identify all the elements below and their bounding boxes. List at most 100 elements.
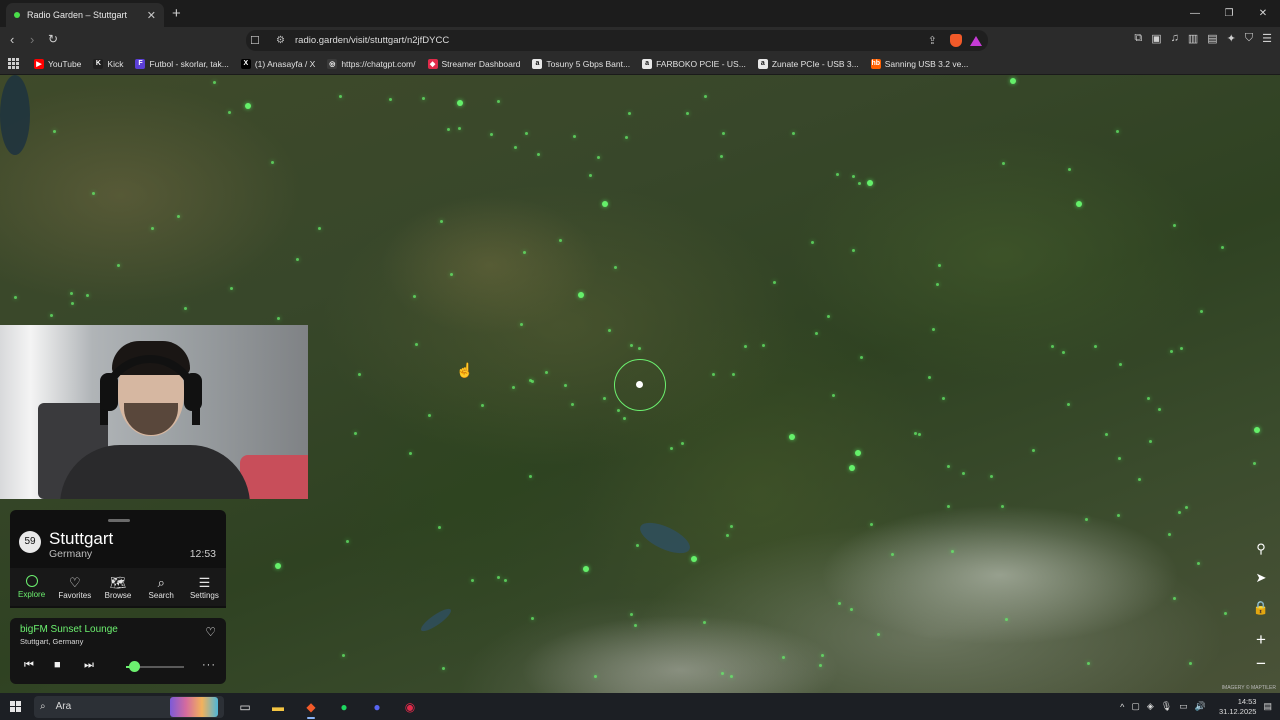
lock-icon[interactable]: 🔒	[1252, 599, 1270, 617]
station-dot[interactable]	[617, 409, 620, 412]
station-dot[interactable]	[1062, 351, 1065, 354]
station-dot[interactable]	[442, 667, 445, 670]
tab-close-icon[interactable]: ✕	[147, 9, 156, 22]
station-dot[interactable]	[744, 345, 747, 348]
clock[interactable]: 14:53 31.12.2025	[1219, 697, 1257, 717]
station-dot[interactable]	[564, 384, 567, 387]
station-dot[interactable]	[339, 95, 342, 98]
station-dot[interactable]	[947, 465, 950, 468]
station-dot[interactable]	[1119, 363, 1122, 366]
close-window-button[interactable]: ✕	[1246, 0, 1280, 27]
station-dot[interactable]	[230, 287, 233, 290]
station-dot[interactable]	[1147, 397, 1150, 400]
bookmark-item[interactable]: ◆ Streamer Dashboard	[427, 58, 520, 69]
bookmark-item[interactable]: ◎ https://chatgpt.com/	[327, 58, 416, 69]
selected-location-dot[interactable]	[636, 381, 643, 388]
tab-browse[interactable]: 🗺 Browse	[96, 568, 139, 606]
station-dot[interactable]	[490, 133, 493, 136]
station-dot[interactable]	[634, 624, 637, 627]
station-dot[interactable]	[821, 654, 824, 657]
bookmark-item[interactable]: a Tosuny 5 Gbps Bant...	[532, 58, 630, 69]
locate-me-icon[interactable]: ➤	[1252, 569, 1270, 587]
station-dot[interactable]	[571, 403, 574, 406]
station-dot[interactable]	[1189, 662, 1192, 665]
station-dot[interactable]	[792, 132, 795, 135]
site-info-icon[interactable]: ⚙	[276, 35, 285, 46]
station-dot[interactable]	[471, 579, 474, 582]
station-dot[interactable]	[815, 332, 818, 335]
station-dot[interactable]	[117, 264, 120, 267]
station-dot[interactable]	[1170, 350, 1173, 353]
station-dot[interactable]	[1254, 427, 1260, 433]
station-dot[interactable]	[712, 373, 715, 376]
station-dot[interactable]	[529, 379, 532, 382]
extension-icon[interactable]: ▣	[1151, 32, 1161, 45]
station-dot[interactable]	[1149, 440, 1152, 443]
previous-icon[interactable]: ⏮	[24, 659, 34, 672]
station-dot[interactable]	[638, 347, 641, 350]
new-tab-button[interactable]: +	[172, 5, 181, 22]
address-bar[interactable]: ☐ ⚙ radio.garden/visit/stuttgart/n2jfDYC…	[246, 30, 988, 51]
station-dot[interactable]	[53, 130, 56, 133]
station-dot[interactable]	[71, 302, 74, 305]
station-dot[interactable]	[438, 526, 441, 529]
station-dot[interactable]	[523, 251, 526, 254]
volume-icon[interactable]: 🔊	[1195, 701, 1206, 712]
station-dot[interactable]	[450, 273, 453, 276]
station-dot[interactable]	[1117, 514, 1120, 517]
station-dot[interactable]	[877, 633, 880, 636]
discord-icon[interactable]: ●	[365, 696, 389, 718]
station-dot[interactable]	[1002, 162, 1005, 165]
station-dot[interactable]	[827, 315, 830, 318]
zoom-in-button[interactable]: +	[1252, 630, 1270, 649]
favorite-heart-icon[interactable]: ♡	[205, 625, 216, 639]
station-dot[interactable]	[1005, 618, 1008, 621]
station-dot[interactable]	[578, 292, 584, 298]
station-dot[interactable]	[594, 675, 597, 678]
tray-overflow-icon[interactable]: ^	[1120, 702, 1124, 712]
bookmark-icon[interactable]: ☐	[250, 34, 260, 47]
station-dot[interactable]	[271, 161, 274, 164]
station-dot[interactable]	[625, 136, 628, 139]
station-dot[interactable]	[1224, 612, 1227, 615]
taskbar-search[interactable]: ⌕ Ara	[34, 695, 224, 718]
station-dot[interactable]	[92, 192, 95, 195]
volume-knob[interactable]	[129, 661, 141, 672]
next-icon[interactable]: ⏭	[84, 659, 94, 672]
station-dot[interactable]	[850, 608, 853, 611]
station-dot[interactable]	[14, 296, 17, 299]
share-icon[interactable]: ⇪	[928, 34, 937, 47]
station-dot[interactable]	[86, 294, 89, 297]
station-dot[interactable]	[415, 343, 418, 346]
station-dot[interactable]	[603, 397, 606, 400]
minimize-button[interactable]: —	[1178, 0, 1212, 27]
station-dot[interactable]	[730, 525, 733, 528]
station-dot[interactable]	[670, 447, 673, 450]
brave-rewards-icon[interactable]	[970, 35, 982, 46]
station-dot[interactable]	[1051, 345, 1054, 348]
globe-pin-icon[interactable]: ⚲	[1252, 540, 1270, 558]
station-dot[interactable]	[720, 155, 723, 158]
wallet-icon[interactable]: ▤	[1207, 32, 1217, 45]
url-text[interactable]: radio.garden/visit/stuttgart/n2jfDYCC	[295, 35, 449, 46]
microphone-icon[interactable]: 🎙	[1161, 701, 1172, 712]
bookmark-item[interactable]: ▶ YouTube	[34, 58, 81, 69]
apps-grid-icon[interactable]	[8, 57, 20, 70]
station-dot[interactable]	[870, 523, 873, 526]
station-dot[interactable]	[1067, 403, 1070, 406]
station-dot[interactable]	[811, 241, 814, 244]
station-dot[interactable]	[531, 617, 534, 620]
station-dot[interactable]	[389, 98, 392, 101]
station-dot[interactable]	[703, 621, 706, 624]
station-dot[interactable]	[852, 249, 855, 252]
bookmark-item[interactable]: X (1) Anasayfa / X	[240, 58, 315, 69]
station-dot[interactable]	[1221, 246, 1224, 249]
more-options-icon[interactable]: ···	[202, 659, 216, 671]
drag-handle[interactable]	[108, 519, 130, 522]
station-dot[interactable]	[1197, 562, 1200, 565]
station-dot[interactable]	[762, 344, 765, 347]
station-dot[interactable]	[782, 656, 785, 659]
reload-icon[interactable]: ↻	[48, 32, 58, 46]
media-icon[interactable]: ♫	[1171, 32, 1179, 45]
station-dot[interactable]	[525, 132, 528, 135]
